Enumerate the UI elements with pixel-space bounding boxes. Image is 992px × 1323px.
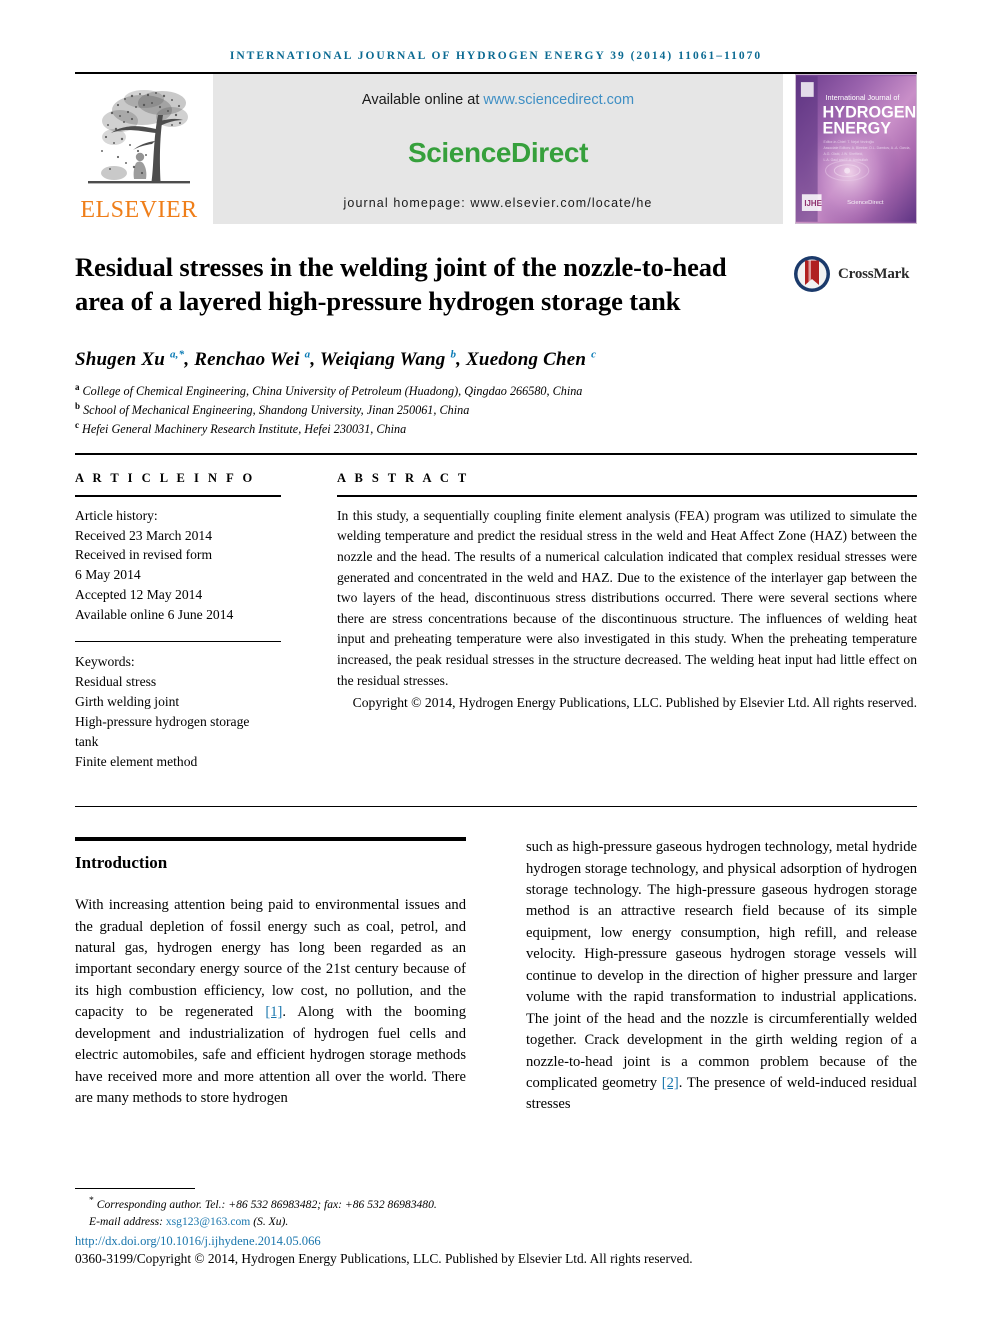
issn-copyright-line: 0360-3199/Copyright © 2014, Hydrogen Ene… [75,1251,693,1266]
introduction-paragraph-right: such as high-pressure gaseous hydrogen t… [526,837,917,1116]
history-item: Received 23 March 2014 [75,527,213,543]
body-column-right: such as high-pressure gaseous hydrogen t… [496,837,917,1116]
sciencedirect-link[interactable]: www.sciencedirect.com [483,92,634,108]
affiliation-text: Hefei General Machinery Research Institu… [82,422,407,437]
sciencedirect-band: Available online at www.sciencedirect.co… [213,74,783,224]
citation-ref-1[interactable]: [1] [265,1004,282,1020]
keywords-label: Keywords: [75,654,135,670]
keywords-separator-rule [75,641,281,643]
info-top-rule [75,452,917,455]
page-footer: * Corresponding author. Tel.: +86 532 86… [75,1187,917,1267]
affiliation-item: a College of Chemical Engineering, China… [75,381,917,400]
email-label: E-mail address: [89,1215,166,1229]
article-info-section: A R T I C L E I N F O Article history: R… [75,452,917,808]
email-suffix: (S. Xu). [250,1215,289,1229]
elsevier-logo: ELSEVIER [75,74,203,224]
keyword-item: Finite element method [75,754,198,770]
svg-text:ENERGY: ENERGY [823,119,892,137]
body-column-left: Introduction With increasing attention b… [75,837,496,1116]
crossmark-badge[interactable]: CrossMark [792,250,917,294]
info-abstract-columns: A R T I C L E I N F O Article history: R… [75,471,917,773]
introduction-paragraph-left: With increasing attention being paid to … [75,895,466,1109]
introduction-heading: Introduction [75,853,168,873]
history-item: Received in revised form [75,547,213,563]
affiliation-text: School of Mechanical Engineering, Shando… [83,403,470,418]
svg-text:L.A. Gaul and E.A. Aminullah: L.A. Gaul and E.A. Aminullah [824,158,868,162]
abstract-copyright: Copyright © 2014, Hydrogen Energy Public… [337,693,917,714]
keyword-item: Residual stress [75,674,157,690]
intro-left-pre: With increasing attention being paid to … [75,897,466,1021]
svg-text:Associate Editors: A. Bleeker,: Associate Editors: A. Bleeker, D.L. Damk… [824,146,911,150]
email-note: E-mail address: xsg123@163.com (S. Xu). [75,1213,917,1231]
svg-text:Editor-in-Chief: T. Nejat Vezi: Editor-in-Chief: T. Nejat Veziroğlu [824,140,875,144]
citation-ref-2[interactable]: [2] [662,1075,679,1091]
intro-right-pre: such as high-pressure gaseous hydrogen t… [526,839,917,1091]
journal-cover-thumbnail: International Journal of HYDROGEN ENERGY… [795,74,917,224]
available-online-line: Available online at www.sciencedirect.co… [362,92,634,108]
body-columns: Introduction With increasing attention b… [75,837,917,1116]
elsevier-wordmark: ELSEVIER [80,197,198,223]
crossmark-label: CrossMark [838,265,910,282]
abstract-text: In this study, a sequentially coupling f… [337,507,917,688]
masthead: ELSEVIER Available online at www.science… [75,74,917,224]
keywords-block: Keywords: Residual stress Girth welding … [75,652,281,772]
history-item: 6 May 2014 [75,567,141,583]
article-info-column: A R T I C L E I N F O Article history: R… [75,471,307,773]
running-head: INTERNATIONAL JOURNAL OF HYDROGEN ENERGY… [229,50,763,62]
journal-cover-art: International Journal of HYDROGEN ENERGY… [796,76,916,222]
affiliation-marker: a [75,382,80,393]
crossmark-icon [794,256,830,292]
abstract-column: A B S T R A C T In this study, a sequent… [307,471,917,773]
article-history-label: Article history: [75,507,158,523]
svg-text:A.G. Olabi, J.W. Sheffield,: A.G. Olabi, J.W. Sheffield, [824,152,864,156]
svg-text:International Journal of: International Journal of [826,93,901,102]
title-row: Residual stresses in the welding joint o… [75,250,917,319]
affiliation-item: c Hefei General Machinery Research Insti… [75,419,917,438]
article-info-heading: A R T I C L E I N F O [75,470,256,485]
corresponding-author-text: Corresponding author. Tel.: +86 532 8698… [96,1197,437,1211]
doi-link[interactable]: http://dx.doi.org/10.1016/j.ijhydene.201… [75,1234,917,1249]
keyword-item: High-pressure hydrogen storage [75,714,250,730]
article-info-rule [75,494,281,497]
keyword-item: tank [75,734,99,750]
email-link[interactable]: xsg123@163.com [166,1215,250,1228]
journal-homepage-line: journal homepage: www.elsevier.com/locat… [343,196,653,210]
abstract-heading: A B S T R A C T [337,470,470,485]
svg-text:ScienceDirect: ScienceDirect [847,200,884,206]
corresponding-marker: * [89,1194,94,1206]
abstract-bottom-rule [75,806,917,808]
abstract-rule [337,494,917,497]
affiliation-text: College of Chemical Engineering, China U… [82,384,583,399]
article-page: INTERNATIONAL JOURNAL OF HYDROGEN ENERGY… [0,0,992,1323]
affiliation-marker: b [75,401,81,412]
corresponding-author-note: * Corresponding author. Tel.: +86 532 86… [75,1194,917,1213]
page-title: Residual stresses in the welding joint o… [75,252,727,317]
history-item: Accepted 12 May 2014 [75,587,203,603]
sciencedirect-logo: ScienceDirect [407,137,588,168]
history-item: Available online 6 June 2014 [75,607,234,623]
authors-text: Shugen Xu a,*, Renchao Wei a, Weiqiang W… [75,348,597,371]
svg-text:IJHE: IJHE [804,199,821,208]
article-history-block: Article history: Received 23 March 2014 … [75,506,281,626]
affiliation-item: b School of Mechanical Engineering, Shan… [75,400,917,419]
author-list: Shugen Xu a,*, Renchao Wei a, Weiqiang W… [75,349,917,371]
affiliation-marker: c [75,420,79,431]
available-online-label: Available online at [361,92,484,108]
abstract-copyright-text: Copyright © 2014, Hydrogen Energy Public… [352,695,917,711]
keyword-item: Girth welding joint [75,694,180,710]
affiliation-list: a College of Chemical Engineering, China… [75,381,917,438]
elsevier-tree-icon [88,90,190,184]
footnote-rule [75,1187,195,1189]
introduction-rule [75,837,466,842]
